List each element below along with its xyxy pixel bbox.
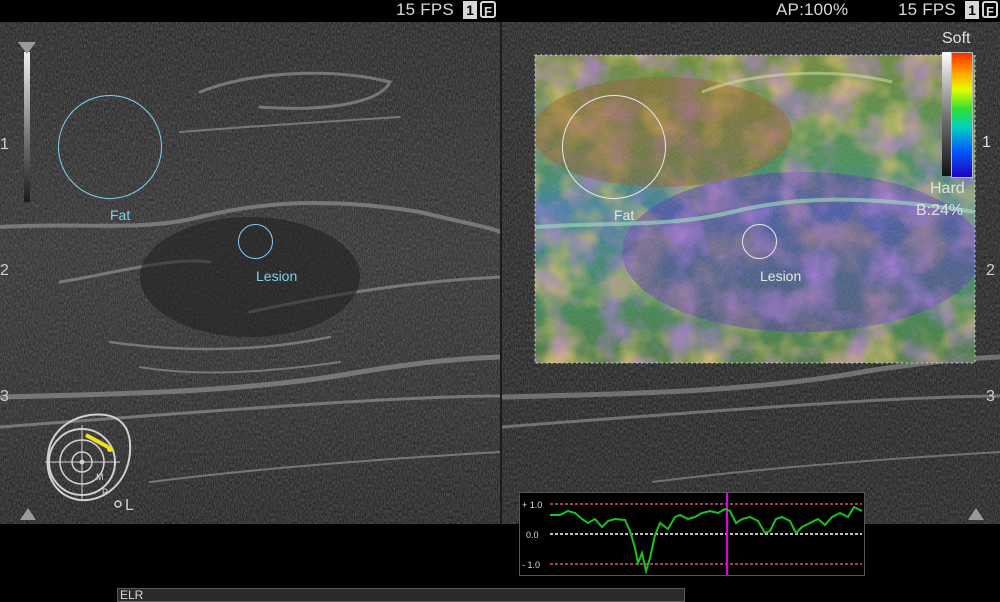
depth-mark-1: 1 xyxy=(0,136,9,153)
fat-roi-label-elasto: Fat xyxy=(614,207,635,223)
left-fps: 15 FPS xyxy=(396,0,454,19)
lesion-roi-circle[interactable] xyxy=(238,224,273,259)
right-fps: 15 FPS xyxy=(898,0,956,19)
fat-roi-label: Fat xyxy=(110,207,131,223)
ap-power: AP:100% xyxy=(776,0,849,19)
svg-text:M: M xyxy=(96,472,104,482)
lesion-roi-label-elasto: Lesion xyxy=(760,268,802,284)
breast-body-marker-icon: M P L xyxy=(45,413,134,514)
footer-label: ELR xyxy=(120,588,144,602)
fat-roi-circle-elasto[interactable] xyxy=(562,95,666,199)
lesion-roi-label: Lesion xyxy=(256,268,298,284)
y-label-bottom: - 1.0 xyxy=(522,560,540,570)
depth-mark-2: 2 xyxy=(0,262,9,279)
scale-hard-label: Hard xyxy=(930,180,965,197)
elasticity-gray-scale xyxy=(942,52,951,176)
depth-mark-3: 3 xyxy=(0,388,9,405)
fat-roi-circle[interactable] xyxy=(58,95,162,199)
right-mode-badge: F xyxy=(982,1,998,19)
left-mode-badge: F xyxy=(480,1,496,19)
strain-graph-plot: + 1.0 0.0 - 1.0 xyxy=(522,493,863,575)
left-frame-badge: 1 xyxy=(463,1,477,19)
elastography-ultrasound-image xyxy=(502,22,1000,524)
focus-bottom-marker-icon xyxy=(20,508,36,520)
bmode-image-pane: 1 2 3 Fat Lesion M P L xyxy=(0,22,500,524)
scale-mark-1: 1 xyxy=(982,134,991,151)
lesion-roi-circle-elasto[interactable] xyxy=(742,224,777,259)
focus-top-marker-icon xyxy=(18,42,36,54)
grayscale-bar xyxy=(24,52,30,202)
svg-text:L: L xyxy=(125,497,134,514)
depth-mark-2-right: 2 xyxy=(986,262,995,279)
svg-text:P: P xyxy=(102,487,108,497)
focus-bottom-marker-right-icon xyxy=(968,508,984,520)
strain-graph: + 1.0 0.0 - 1.0 xyxy=(519,492,865,576)
right-frame-badge: 1 xyxy=(965,1,979,19)
strain-trace xyxy=(550,505,863,575)
y-label-zero: 0.0 xyxy=(526,530,539,540)
elasticity-color-scale xyxy=(951,52,973,178)
scale-soft-label: Soft xyxy=(942,30,971,47)
b-ratio-readout: B:24% xyxy=(916,202,964,219)
depth-mark-3-right: 3 xyxy=(986,388,995,405)
y-label-top: + 1.0 xyxy=(522,500,542,510)
elastography-image-pane: Fat Lesion 2 3 Soft 1 Hard B:24% xyxy=(502,22,1000,524)
